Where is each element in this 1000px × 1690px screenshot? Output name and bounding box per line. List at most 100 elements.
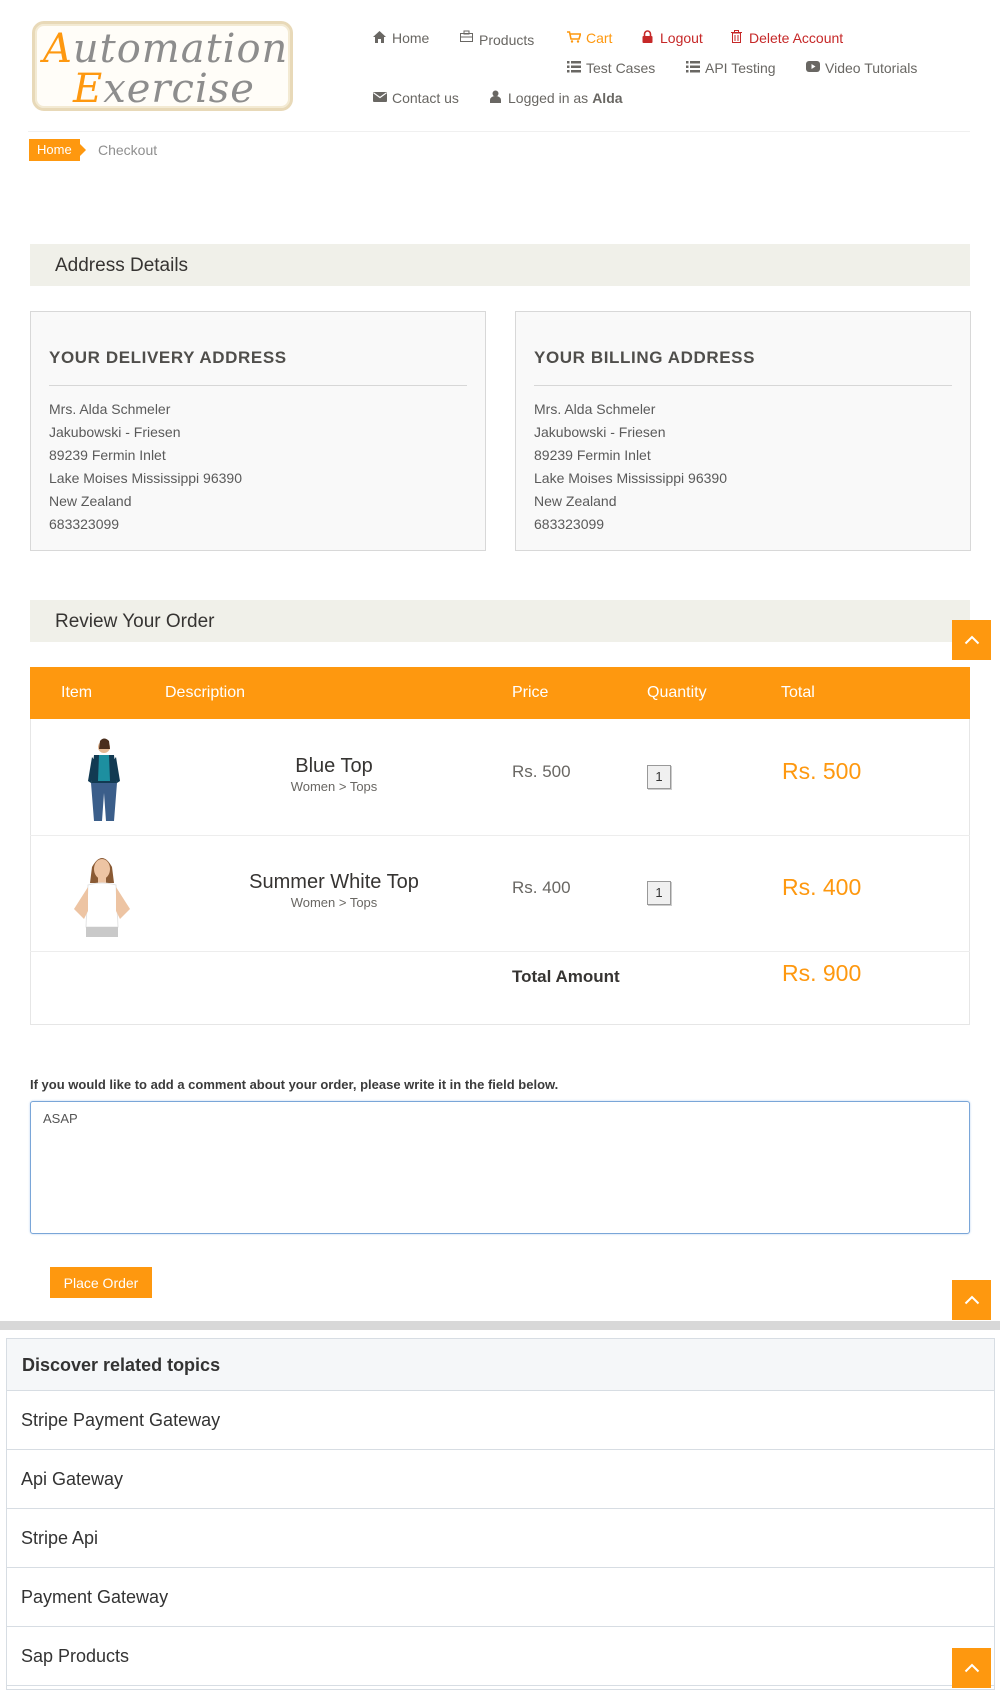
billing-phone: 683323099 bbox=[534, 516, 605, 532]
product-total: Rs. 500 bbox=[782, 758, 862, 784]
address-details-heading: Address Details bbox=[30, 244, 970, 286]
delivery-address-heading: YOUR DELIVERY ADDRESS bbox=[49, 348, 287, 367]
products-icon bbox=[460, 30, 473, 46]
nav-contact-label: Contact us bbox=[392, 90, 459, 106]
delivery-country: New Zealand bbox=[49, 493, 132, 509]
nav-home[interactable]: Home bbox=[373, 30, 429, 46]
delivery-street: 89239 Fermin Inlet bbox=[49, 447, 166, 463]
column-price: Price bbox=[512, 684, 549, 701]
related-topic-item[interactable]: Sap Products bbox=[7, 1627, 994, 1686]
nav-api-testing-label: API Testing bbox=[705, 60, 776, 76]
user-icon bbox=[489, 90, 502, 106]
billing-address-heading: YOUR BILLING ADDRESS bbox=[534, 348, 756, 367]
related-topic-item[interactable]: Stripe Api bbox=[7, 1509, 994, 1568]
product-image-blue-top[interactable] bbox=[66, 737, 142, 821]
column-item: Item bbox=[61, 684, 93, 701]
nav-api-testing[interactable]: API Testing bbox=[686, 60, 776, 76]
divider bbox=[49, 385, 467, 386]
quantity-badge: 1 bbox=[647, 881, 671, 905]
envelope-icon bbox=[373, 91, 387, 105]
lock-icon bbox=[641, 30, 654, 46]
section-separator bbox=[0, 1321, 1000, 1330]
row-divider bbox=[30, 835, 970, 836]
billing-name: Mrs. Alda Schmeler bbox=[534, 401, 656, 417]
nav-video-tutorials-label: Video Tutorials bbox=[825, 60, 918, 76]
nav-products-label: Products bbox=[479, 32, 535, 48]
nav-delete-account-label: Delete Account bbox=[749, 30, 844, 46]
billing-address-box: YOUR BILLING ADDRESS Mrs. Alda Schmeler … bbox=[515, 311, 971, 551]
row-divider bbox=[30, 951, 970, 952]
divider bbox=[534, 385, 952, 386]
product-image-summer-white-top[interactable] bbox=[64, 853, 140, 937]
related-topic-label: Api Gateway bbox=[21, 1469, 124, 1489]
related-topic-label: Stripe Api bbox=[21, 1528, 99, 1548]
nav-home-label: Home bbox=[392, 30, 430, 46]
related-topics-header: Discover related topics bbox=[7, 1339, 994, 1391]
nav-cart-label: Cart bbox=[586, 30, 613, 46]
total-amount-label: Total Amount bbox=[512, 967, 620, 986]
nav-video-tutorials[interactable]: Video Tutorials bbox=[806, 60, 917, 76]
review-order-title: Review Your Order bbox=[55, 611, 215, 632]
product-total: Rs. 400 bbox=[782, 874, 862, 900]
delivery-city-state-zip: Lake Moises Mississippi 96390 bbox=[49, 470, 242, 486]
chevron-up-icon bbox=[964, 635, 979, 645]
column-total: Total bbox=[781, 684, 815, 701]
nav-delete-account[interactable]: Delete Account bbox=[730, 30, 843, 46]
related-topic-item[interactable]: Payment Gateway bbox=[7, 1568, 994, 1627]
nav-logout[interactable]: Logout bbox=[641, 30, 703, 46]
delivery-company: Jakubowski - Friesen bbox=[49, 424, 181, 440]
scroll-up-button[interactable] bbox=[952, 1280, 991, 1320]
related-topic-label: Payment Gateway bbox=[21, 1587, 169, 1607]
logged-in-prefix: Logged in as bbox=[508, 90, 589, 106]
delivery-phone: 683323099 bbox=[49, 516, 120, 532]
list-icon bbox=[567, 60, 581, 76]
chevron-up-icon bbox=[964, 1295, 979, 1305]
review-order-heading: Review Your Order bbox=[30, 600, 970, 642]
total-amount-value: Rs. 900 bbox=[782, 960, 862, 986]
nav-logged-in: Logged in as Alda bbox=[489, 90, 623, 106]
related-topic-item[interactable]: Stripe Payment Gateway bbox=[7, 1391, 994, 1450]
address-details-title: Address Details bbox=[55, 255, 189, 276]
product-name[interactable]: Summer White Top bbox=[214, 871, 454, 894]
delivery-name: Mrs. Alda Schmeler bbox=[49, 401, 171, 417]
nav-contact[interactable]: Contact us bbox=[373, 90, 459, 106]
nav-test-cases[interactable]: Test Cases bbox=[567, 60, 655, 76]
product-price: Rs. 400 bbox=[512, 878, 571, 897]
delivery-address-box: YOUR DELIVERY ADDRESS Mrs. Alda Schmeler… bbox=[30, 311, 486, 551]
chevron-up-icon bbox=[964, 1663, 979, 1673]
related-topics-title: Discover related topics bbox=[22, 1355, 221, 1375]
product-price: Rs. 500 bbox=[512, 762, 571, 781]
place-order-button[interactable]: Place Order bbox=[50, 1267, 152, 1298]
related-topics-panel: Discover related topics Stripe Payment G… bbox=[6, 1338, 995, 1690]
site-logo[interactable]: Automation Exercise bbox=[32, 21, 293, 112]
nav-products[interactable]: Products bbox=[460, 30, 535, 48]
column-description: Description bbox=[165, 684, 246, 701]
quantity-badge: 1 bbox=[647, 765, 671, 789]
home-icon bbox=[373, 30, 386, 46]
product-category: Women > Tops bbox=[290, 779, 378, 794]
logo-line-2: Exercise bbox=[73, 66, 255, 112]
product-name[interactable]: Blue Top bbox=[214, 755, 454, 778]
billing-company: Jakubowski - Friesen bbox=[534, 424, 666, 440]
related-topic-label: Stripe Payment Gateway bbox=[21, 1410, 221, 1430]
scroll-up-button[interactable] bbox=[952, 1648, 991, 1688]
order-table-header: Item Description Price Quantity Total bbox=[30, 667, 970, 719]
cart-icon bbox=[567, 30, 582, 46]
nav-logout-label: Logout bbox=[660, 30, 703, 46]
breadcrumb-home[interactable]: Home bbox=[29, 139, 86, 161]
scroll-up-button[interactable] bbox=[952, 620, 991, 660]
column-quantity: Quantity bbox=[647, 684, 707, 701]
logged-in-username: Alda bbox=[592, 90, 623, 106]
billing-street: 89239 Fermin Inlet bbox=[534, 447, 651, 463]
billing-country: New Zealand bbox=[534, 493, 617, 509]
list-icon bbox=[686, 60, 700, 76]
youtube-icon bbox=[806, 61, 820, 75]
nav-test-cases-label: Test Cases bbox=[586, 60, 656, 76]
nav-cart[interactable]: Cart bbox=[567, 30, 612, 46]
header-divider bbox=[28, 131, 970, 132]
related-topic-item[interactable]: Api Gateway bbox=[7, 1450, 994, 1509]
comment-label: If you would like to add a comment about… bbox=[30, 1077, 559, 1092]
product-category: Women > Tops bbox=[290, 895, 378, 910]
breadcrumb-current: Checkout bbox=[98, 142, 158, 158]
order-comment-textarea[interactable]: ASAP bbox=[30, 1101, 970, 1234]
